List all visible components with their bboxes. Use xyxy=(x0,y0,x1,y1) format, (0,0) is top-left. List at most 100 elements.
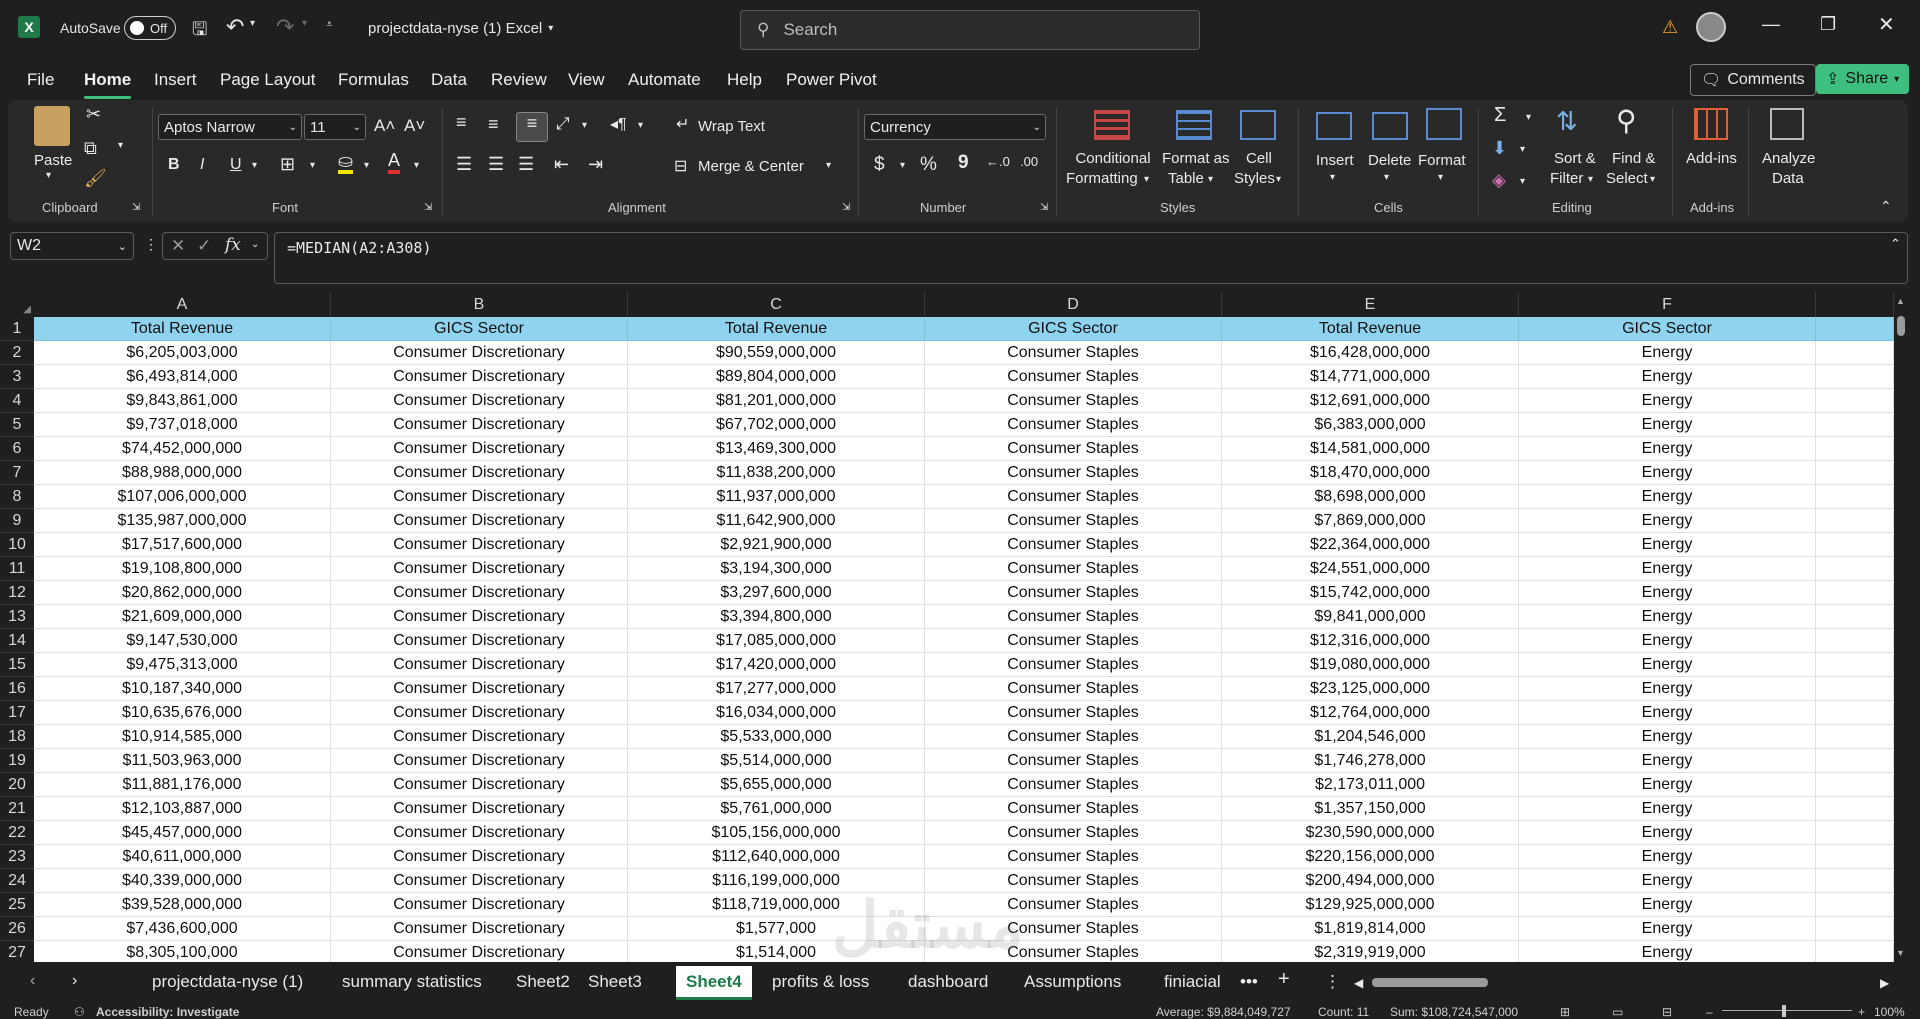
wrap-text-button[interactable]: Wrap Text xyxy=(698,118,765,135)
cell-d17[interactable]: Consumer Staples xyxy=(925,701,1222,725)
file-title[interactable]: projectdata-nyse (1) Excel ▾ xyxy=(368,20,553,37)
row-header[interactable]: 6 xyxy=(0,437,34,461)
next-sheet-icon[interactable]: › xyxy=(72,972,77,990)
chevron-down-icon[interactable]: ▾ xyxy=(1384,172,1389,183)
redo-dropdown-icon[interactable]: ▾ xyxy=(302,18,307,29)
cell-styles-line1[interactable]: Cell xyxy=(1246,150,1272,167)
chevron-down-icon[interactable]: ▾ xyxy=(1330,172,1335,183)
cell-a2[interactable]: $6,205,003,000 xyxy=(34,341,331,365)
row-header[interactable]: 27 xyxy=(0,941,34,962)
select-all-corner[interactable]: ◢ xyxy=(0,292,34,317)
currency-button[interactable]: $ xyxy=(874,154,885,176)
chevron-down-icon[interactable]: ▾ xyxy=(1276,174,1281,185)
comments-button[interactable]: 🗨 Comments xyxy=(1690,64,1816,96)
sheet-tab[interactable]: profits & loss xyxy=(772,972,869,992)
zoom-slider-thumb[interactable] xyxy=(1782,1005,1786,1017)
cell-d21[interactable]: Consumer Staples xyxy=(925,797,1222,821)
underline-button[interactable]: U xyxy=(230,156,242,174)
row-header[interactable]: 14 xyxy=(0,629,34,653)
cell-a1[interactable]: Total Revenue xyxy=(34,317,331,341)
cell-g4[interactable] xyxy=(1816,389,1894,413)
find-select-line1[interactable]: Find & xyxy=(1612,150,1655,167)
cell-f5[interactable]: Energy xyxy=(1519,413,1816,437)
comma-style-button[interactable]: 9 xyxy=(958,152,969,174)
cell-b19[interactable]: Consumer Discretionary xyxy=(331,749,628,773)
row-header[interactable]: 8 xyxy=(0,485,34,509)
menu-insert[interactable]: Insert xyxy=(154,70,197,90)
italic-button[interactable]: I xyxy=(200,156,204,174)
scroll-thumb[interactable] xyxy=(1897,316,1905,336)
cell-f21[interactable]: Energy xyxy=(1519,797,1816,821)
cell-a13[interactable]: $21,609,000,000 xyxy=(34,605,331,629)
cell-c20[interactable]: $5,655,000,000 xyxy=(628,773,925,797)
conditional-formatting-line2[interactable]: Formatting xyxy=(1066,170,1138,187)
cell-d7[interactable]: Consumer Staples xyxy=(925,461,1222,485)
restore-icon[interactable]: ❐ xyxy=(1820,14,1836,35)
cell-f12[interactable]: Energy xyxy=(1519,581,1816,605)
autosum-icon[interactable]: Σ xyxy=(1494,104,1506,127)
cell-c8[interactable]: $11,937,000,000 xyxy=(628,485,925,509)
cell-d5[interactable]: Consumer Staples xyxy=(925,413,1222,437)
add-ins-icon[interactable] xyxy=(1694,108,1728,140)
cell-d3[interactable]: Consumer Staples xyxy=(925,365,1222,389)
vertical-scrollbar[interactable]: ▲ ▼ xyxy=(1894,292,1908,962)
fill-icon[interactable]: ⬇ xyxy=(1492,138,1507,159)
format-as-table-icon[interactable] xyxy=(1176,110,1212,140)
delete-cells-button[interactable]: Delete xyxy=(1368,152,1411,169)
cell-b8[interactable]: Consumer Discretionary xyxy=(331,485,628,509)
cell-c2[interactable]: $90,559,000,000 xyxy=(628,341,925,365)
cell-a8[interactable]: $107,006,000,000 xyxy=(34,485,331,509)
column-header-b[interactable]: B xyxy=(331,292,628,317)
cell-b7[interactable]: Consumer Discretionary xyxy=(331,461,628,485)
menu-page-layout[interactable]: Page Layout xyxy=(220,70,315,90)
conditional-formatting-line1[interactable]: Conditional xyxy=(1072,150,1154,167)
cell-e22[interactable]: $230,590,000,000 xyxy=(1222,821,1519,845)
cell-c6[interactable]: $13,469,300,000 xyxy=(628,437,925,461)
cell-f9[interactable]: Energy xyxy=(1519,509,1816,533)
cell-a21[interactable]: $12,103,887,000 xyxy=(34,797,331,821)
cell-e9[interactable]: $7,869,000,000 xyxy=(1222,509,1519,533)
menu-review[interactable]: Review xyxy=(491,70,547,90)
cell-g15[interactable] xyxy=(1816,653,1894,677)
cell-b11[interactable]: Consumer Discretionary xyxy=(331,557,628,581)
cell-c19[interactable]: $5,514,000,000 xyxy=(628,749,925,773)
cell-c1[interactable]: Total Revenue xyxy=(628,317,925,341)
cell-e13[interactable]: $9,841,000,000 xyxy=(1222,605,1519,629)
cell-d23[interactable]: Consumer Staples xyxy=(925,845,1222,869)
cell-b17[interactable]: Consumer Discretionary xyxy=(331,701,628,725)
find-select-icon[interactable]: ⚲ xyxy=(1616,104,1637,137)
cell-d8[interactable]: Consumer Staples xyxy=(925,485,1222,509)
cell-d27[interactable]: Consumer Staples xyxy=(925,941,1222,962)
chevron-down-icon[interactable]: ▾ xyxy=(1438,172,1443,183)
number-format-select[interactable]: Currency ⌄ xyxy=(864,114,1046,140)
row-header[interactable]: 23 xyxy=(0,845,34,869)
cell-g9[interactable] xyxy=(1816,509,1894,533)
cell-g23[interactable] xyxy=(1816,845,1894,869)
cell-g8[interactable] xyxy=(1816,485,1894,509)
cell-f1[interactable]: GICS Sector xyxy=(1519,317,1816,341)
chevron-down-icon[interactable]: ▾ xyxy=(1588,174,1593,185)
chevron-down-icon[interactable]: ▾ xyxy=(1650,174,1655,185)
insert-function-icon[interactable]: fx xyxy=(225,235,241,255)
cell-d10[interactable]: Consumer Staples xyxy=(925,533,1222,557)
cell-e27[interactable]: $2,319,919,000 xyxy=(1222,941,1519,962)
cell-a24[interactable]: $40,339,000,000 xyxy=(34,869,331,893)
cell-c24[interactable]: $116,199,000,000 xyxy=(628,869,925,893)
cell-g6[interactable] xyxy=(1816,437,1894,461)
font-color-icon[interactable]: A xyxy=(388,150,401,174)
share-button[interactable]: ⇪ Share ▾ xyxy=(1816,64,1910,94)
cell-b9[interactable]: Consumer Discretionary xyxy=(331,509,628,533)
sheet-tab[interactable]: Assumptions xyxy=(1024,972,1121,992)
cell-c13[interactable]: $3,394,800,000 xyxy=(628,605,925,629)
cell-a9[interactable]: $135,987,000,000 xyxy=(34,509,331,533)
page-layout-view-icon[interactable]: ▭ xyxy=(1612,1005,1623,1019)
row-header[interactable]: 19 xyxy=(0,749,34,773)
row-header[interactable]: 11 xyxy=(0,557,34,581)
chevron-down-icon[interactable]: ⌄ xyxy=(251,239,259,250)
cell-a23[interactable]: $40,611,000,000 xyxy=(34,845,331,869)
cell-b24[interactable]: Consumer Discretionary xyxy=(331,869,628,893)
row-header[interactable]: 3 xyxy=(0,365,34,389)
cell-c18[interactable]: $5,533,000,000 xyxy=(628,725,925,749)
row-header[interactable]: 17 xyxy=(0,701,34,725)
sheet-tab[interactable]: projectdata-nyse (1) xyxy=(152,972,303,992)
